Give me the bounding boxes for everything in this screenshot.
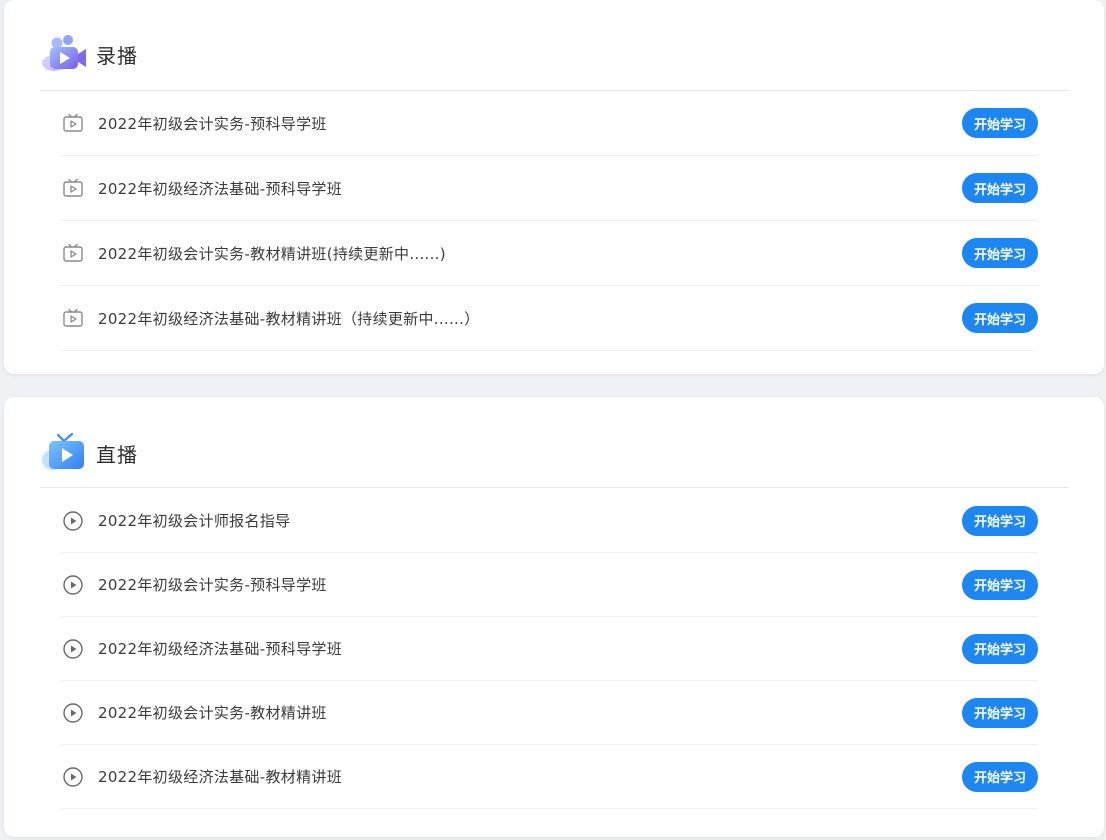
divider (40, 487, 1068, 488)
list-item: 2022年初级经济法基础-教材精讲班（持续更新中......） 开始学习 (60, 286, 1038, 351)
start-learning-button[interactable]: 开始学习 (962, 173, 1038, 203)
start-learning-button[interactable]: 开始学习 (962, 569, 1038, 600)
list-item: 2022年初级经济法基础-预科导学班 开始学习 (60, 617, 1038, 681)
list-item: 2022年初级会计实务-教材精讲班(持续更新中......) 开始学习 (60, 221, 1038, 286)
play-circle-icon (62, 702, 84, 724)
start-learning-button[interactable]: 开始学习 (962, 238, 1038, 268)
list-item: 2022年初级会计实务-教材精讲班 开始学习 (60, 681, 1038, 745)
start-learning-button[interactable]: 开始学习 (962, 303, 1038, 333)
recorded-course-list: 2022年初级会计实务-预科导学班 开始学习 2022年初级经济法基础-预科导学… (60, 91, 1038, 351)
list-item: 2022年初级经济法基础-教材精讲班 开始学习 (60, 745, 1038, 809)
tv-icon (40, 432, 88, 474)
play-circle-icon (62, 766, 84, 788)
play-circle-icon (62, 638, 84, 660)
live-title: 直播 (96, 442, 138, 467)
course-title: 2022年初级会计师报名指导 (98, 512, 291, 530)
course-title: 2022年初级会计实务-教材精讲班 (98, 704, 327, 722)
live-header: 直播 (40, 432, 138, 474)
video-camera-icon (40, 33, 88, 75)
tv-play-icon (62, 112, 84, 134)
list-item: 2022年初级会计实务-预科导学班 开始学习 (60, 553, 1038, 617)
course-title: 2022年初级经济法基础-教材精讲班 (98, 768, 342, 786)
start-learning-button[interactable]: 开始学习 (962, 108, 1038, 138)
start-learning-button[interactable]: 开始学习 (962, 761, 1038, 792)
course-title: 2022年初级会计实务-预科导学班 (98, 576, 327, 594)
list-item: 2022年初级会计师报名指导 开始学习 (60, 489, 1038, 553)
start-learning-button[interactable]: 开始学习 (962, 697, 1038, 728)
course-title: 2022年初级经济法基础-预科导学班 (98, 640, 342, 658)
recorded-title: 录播 (96, 43, 138, 68)
tv-play-icon (62, 177, 84, 199)
list-item: 2022年初级经济法基础-预科导学班 开始学习 (60, 156, 1038, 221)
course-title: 2022年初级经济法基础-教材精讲班（持续更新中......） (98, 309, 480, 328)
list-item: 2022年初级会计实务-预科导学班 开始学习 (60, 91, 1038, 156)
start-learning-button[interactable]: 开始学习 (962, 633, 1038, 664)
course-title: 2022年初级会计实务-教材精讲班(持续更新中......) (98, 244, 446, 263)
play-circle-icon (62, 574, 84, 596)
live-section: 直播 2022年初级会计师报名指导 开始学习 2022年初级会计实务-预科导学班… (4, 397, 1104, 837)
live-course-list: 2022年初级会计师报名指导 开始学习 2022年初级会计实务-预科导学班 开始… (60, 489, 1038, 809)
course-title: 2022年初级经济法基础-预科导学班 (98, 179, 342, 198)
course-title: 2022年初级会计实务-预科导学班 (98, 114, 327, 133)
recorded-header: 录播 (40, 33, 138, 75)
tv-play-icon (62, 307, 84, 329)
tv-play-icon (62, 242, 84, 264)
recorded-section: 录播 2022年初级会计实务-预科导学班 开始学习 2022年初级经济法基础-预… (4, 0, 1104, 374)
start-learning-button[interactable]: 开始学习 (962, 505, 1038, 536)
play-circle-icon (62, 510, 84, 532)
